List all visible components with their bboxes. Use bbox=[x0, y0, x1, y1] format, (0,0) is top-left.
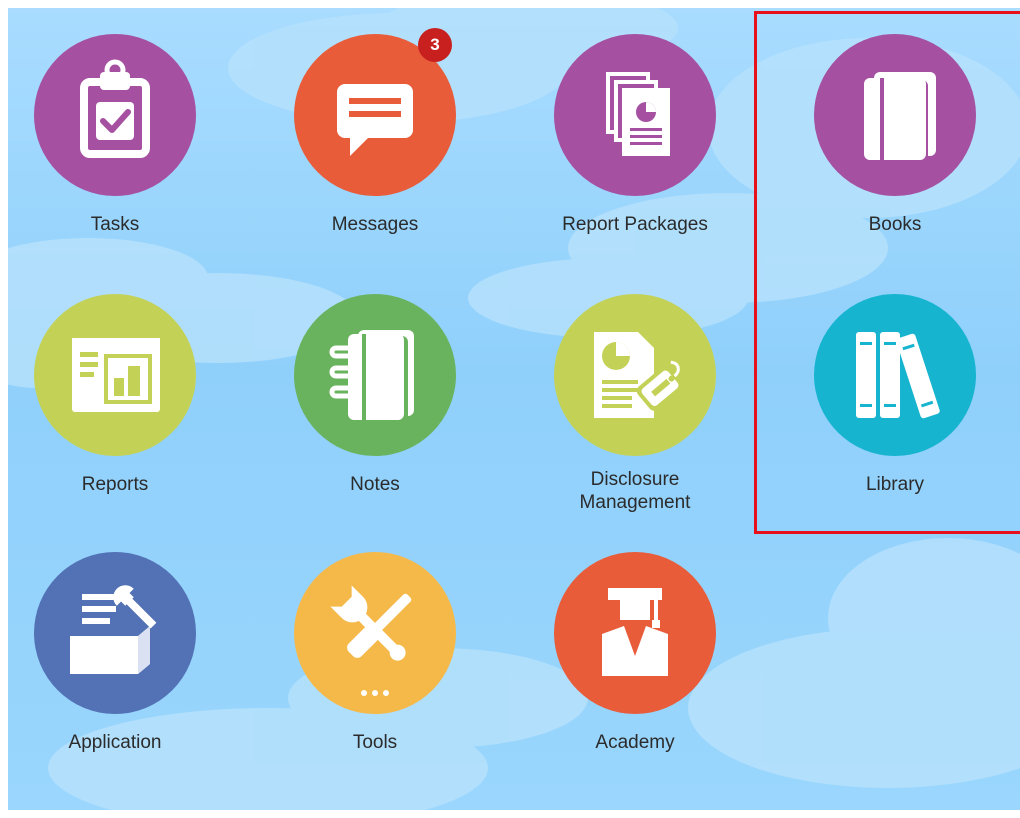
report-packages-icon-circle bbox=[554, 34, 716, 196]
tile-tasks[interactable]: Tasks bbox=[8, 34, 225, 236]
disclosure-management-icon-circle bbox=[554, 294, 716, 456]
application-box-icon bbox=[70, 585, 157, 674]
application-icon-circle bbox=[34, 552, 196, 714]
notes-icon-circle bbox=[294, 294, 456, 456]
library-icon-circle bbox=[814, 294, 976, 456]
tile-application[interactable]: Application bbox=[8, 552, 225, 754]
tile-label: Books bbox=[868, 214, 922, 235]
clipboard-check-icon bbox=[80, 59, 150, 158]
tasks-icon-circle bbox=[34, 34, 196, 196]
tile-label: Messages bbox=[331, 214, 419, 235]
tile-label: Academy bbox=[595, 732, 675, 753]
tile-label: Notes bbox=[350, 474, 400, 495]
books-icon-circle bbox=[814, 34, 976, 196]
tile-label: Report Packages bbox=[562, 214, 708, 235]
tile-label: Tools bbox=[352, 732, 398, 753]
notebook-icon bbox=[329, 330, 414, 422]
books-icon bbox=[864, 72, 936, 164]
tile-academy[interactable]: Academy bbox=[525, 552, 745, 754]
tools-icon bbox=[330, 585, 412, 696]
tile-notes[interactable]: Notes bbox=[265, 294, 485, 496]
tile-report-packages[interactable]: Report Packages bbox=[525, 34, 745, 236]
report-packages-icon bbox=[606, 72, 670, 156]
tile-reports[interactable]: Reports bbox=[8, 294, 225, 496]
tile-label: Reports bbox=[81, 474, 149, 495]
navigator-panel: Tasks 3 Messages Report Packages Books R… bbox=[8, 8, 1020, 810]
disclosure-document-icon bbox=[594, 332, 682, 418]
tile-books[interactable]: Books bbox=[785, 34, 1005, 236]
tile-label: Library bbox=[865, 474, 925, 495]
tile-label: Tasks bbox=[90, 214, 140, 235]
tile-messages[interactable]: 3 Messages bbox=[265, 28, 485, 236]
graduate-icon bbox=[602, 588, 668, 676]
tile-label: Disclosure Management bbox=[579, 469, 691, 513]
tile-disclosure-management[interactable]: Disclosure Management bbox=[525, 294, 745, 514]
tile-tools[interactable]: Tools bbox=[265, 552, 485, 754]
tile-library[interactable]: Library bbox=[785, 294, 1005, 496]
report-icon bbox=[72, 338, 160, 412]
academy-icon-circle bbox=[554, 552, 716, 714]
notification-badge: 3 bbox=[418, 28, 452, 62]
reports-icon-circle bbox=[34, 294, 196, 456]
library-books-icon bbox=[856, 332, 940, 419]
tile-label: Application bbox=[68, 732, 162, 753]
tools-icon-circle bbox=[294, 552, 456, 714]
messages-icon-circle: 3 bbox=[294, 28, 456, 196]
